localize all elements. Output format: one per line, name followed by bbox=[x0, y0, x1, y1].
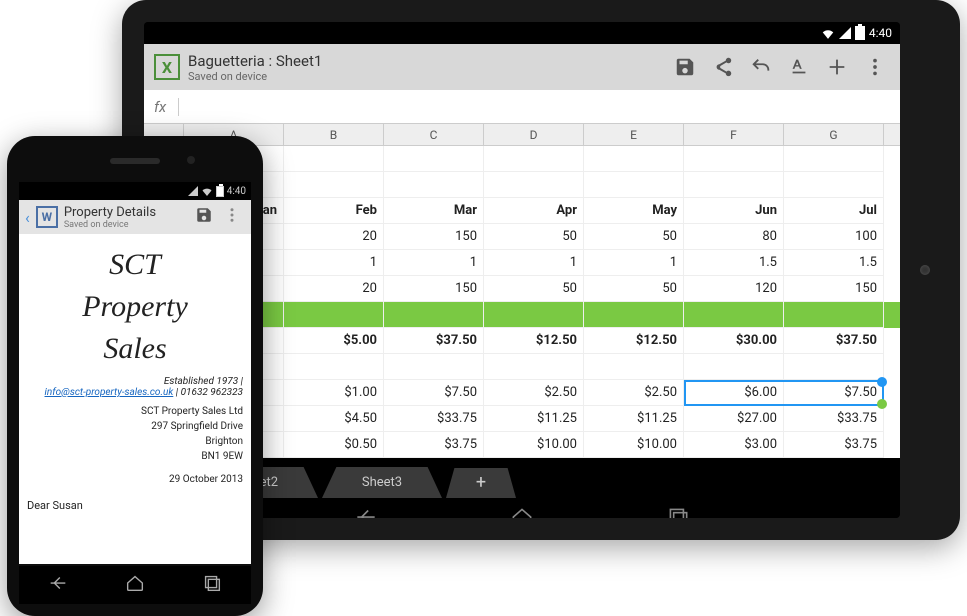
address-block: SCT Property Sales Ltd 297 Springfield D… bbox=[27, 404, 243, 464]
add-sheet-button[interactable]: + bbox=[446, 468, 516, 498]
letterhead-line: Sales bbox=[27, 328, 243, 370]
recents-icon[interactable] bbox=[665, 504, 691, 518]
save-icon[interactable] bbox=[670, 52, 700, 82]
title-text: Property Details bbox=[64, 205, 156, 220]
battery-icon bbox=[855, 26, 865, 40]
title-text: Baguetteria : Sheet1 bbox=[188, 52, 322, 70]
phone-camera-icon bbox=[187, 156, 195, 164]
phone-screen: 4:40 ‹ W Property Details Saved on devic… bbox=[19, 182, 251, 564]
col-F[interactable]: F bbox=[684, 124, 784, 145]
wifi-icon bbox=[201, 186, 213, 196]
column-headers[interactable]: A B C D E F G bbox=[144, 124, 900, 146]
sheet-tab[interactable]: Sheet3 bbox=[322, 467, 442, 498]
back-icon[interactable]: ‹ bbox=[25, 208, 30, 227]
home-icon[interactable] bbox=[509, 504, 535, 518]
app-bar: X Baguetteria : Sheet1 Saved on device bbox=[144, 44, 900, 90]
subtitle-text: Saved on device bbox=[64, 220, 156, 230]
email-link[interactable]: info@sct-property-sales.co.uk bbox=[45, 387, 174, 398]
wifi-icon bbox=[821, 27, 835, 39]
col-G[interactable]: G bbox=[784, 124, 884, 145]
clock: 4:40 bbox=[227, 186, 246, 197]
nav-bar bbox=[19, 566, 251, 604]
back-icon[interactable] bbox=[47, 572, 69, 598]
home-icon[interactable] bbox=[124, 572, 146, 598]
battery-icon bbox=[216, 186, 224, 197]
clock: 4:40 bbox=[869, 26, 892, 40]
add-icon[interactable] bbox=[822, 52, 852, 82]
format-icon[interactable] bbox=[784, 52, 814, 82]
letterhead-line: Property bbox=[27, 286, 243, 328]
document-title[interactable]: Property Details Saved on device bbox=[64, 205, 156, 230]
save-icon[interactable] bbox=[195, 206, 213, 228]
col-E[interactable]: E bbox=[584, 124, 684, 145]
word-app-icon[interactable]: W bbox=[36, 206, 58, 228]
overflow-icon[interactable] bbox=[860, 52, 890, 82]
undo-icon[interactable] bbox=[746, 52, 776, 82]
overflow-icon[interactable] bbox=[219, 206, 245, 228]
greeting-line: Dear Susan bbox=[27, 499, 243, 512]
col-D[interactable]: D bbox=[484, 124, 584, 145]
date-line: 29 October 2013 bbox=[27, 474, 243, 485]
letterhead-line: SCT bbox=[27, 244, 243, 286]
document-body[interactable]: SCT Property Sales Established 1973 | in… bbox=[19, 234, 251, 522]
signal-icon bbox=[839, 27, 851, 39]
share-icon[interactable] bbox=[708, 52, 738, 82]
formula-bar[interactable]: fx bbox=[144, 90, 900, 124]
phone-device: 4:40 ‹ W Property Details Saved on devic… bbox=[7, 136, 263, 616]
established-line: Established 1973 | info@sct-property-sal… bbox=[27, 376, 243, 398]
app-bar: ‹ W Property Details Saved on device bbox=[19, 200, 251, 234]
recents-icon[interactable] bbox=[201, 572, 223, 598]
status-bar: 4:40 bbox=[144, 22, 900, 44]
fx-label: fx bbox=[154, 98, 179, 116]
col-C[interactable]: C bbox=[384, 124, 484, 145]
phone-speaker-icon bbox=[110, 158, 160, 164]
col-B[interactable]: B bbox=[284, 124, 384, 145]
status-bar: 4:40 bbox=[19, 182, 251, 200]
tablet-camera-icon bbox=[920, 265, 930, 275]
signal-icon bbox=[188, 186, 198, 196]
document-title[interactable]: Baguetteria : Sheet1 Saved on device bbox=[188, 52, 322, 83]
back-icon[interactable] bbox=[353, 504, 379, 518]
spreadsheet-app-icon[interactable]: X bbox=[154, 54, 180, 80]
subtitle-text: Saved on device bbox=[188, 70, 322, 83]
